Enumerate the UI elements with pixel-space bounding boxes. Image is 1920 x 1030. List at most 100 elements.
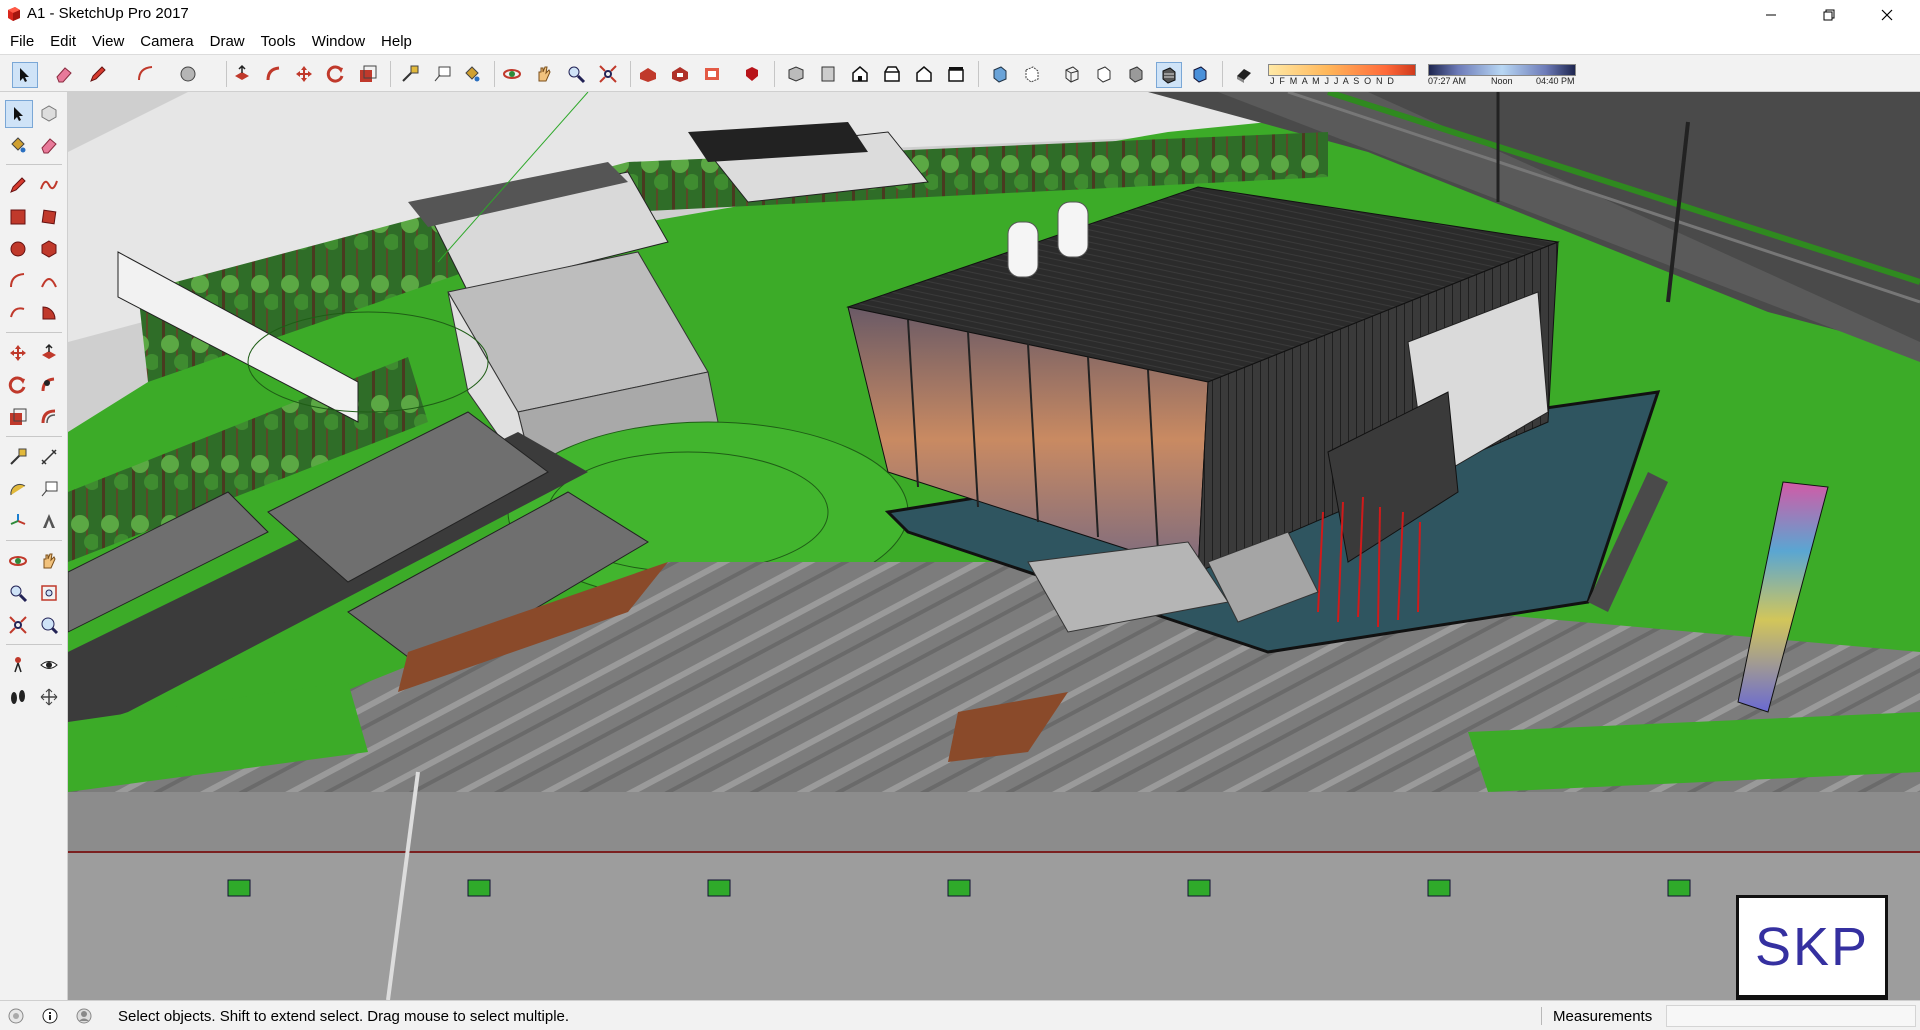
palette-paint-bucket-button[interactable]: [5, 132, 31, 158]
menu-window[interactable]: Window: [308, 33, 371, 50]
palette-rectangle-button[interactable]: [5, 204, 31, 230]
palette-push-pull-button[interactable]: [36, 340, 62, 366]
palette-text-button[interactable]: [36, 476, 62, 502]
palette-follow-me-button[interactable]: [36, 372, 62, 398]
tool-palette: [0, 92, 68, 1000]
front-view-button[interactable]: [848, 62, 872, 86]
shadows-icon: [1237, 69, 1251, 83]
push-pull-tool-button[interactable]: [230, 62, 254, 86]
select-tool-button[interactable]: [12, 62, 38, 88]
palette-rotate-button[interactable]: [5, 372, 31, 398]
palette-polygon-button[interactable]: [36, 236, 62, 262]
shaded-button[interactable]: [1124, 62, 1148, 86]
circle-tool-button[interactable]: [176, 62, 200, 86]
geo-location-icon[interactable]: [8, 1008, 24, 1024]
status-message: Select objects. Shift to extend select. …: [118, 1008, 570, 1025]
palette-orbit-button[interactable]: [5, 548, 31, 574]
palette-zoom-button[interactable]: [5, 580, 31, 606]
palette-arc-button[interactable]: [5, 268, 31, 294]
palette-pan-button[interactable]: [36, 548, 62, 574]
left-view-button[interactable]: [944, 62, 968, 86]
tape-measure-tool-button[interactable]: [398, 62, 422, 86]
palette-rotated-rectangle-button[interactable]: [36, 204, 62, 230]
back-view-button[interactable]: [912, 62, 936, 86]
menu-edit[interactable]: Edit: [46, 33, 82, 50]
xray-icon: [993, 66, 1007, 83]
eraser-tool-button[interactable]: [52, 62, 76, 86]
shadow-month-slider[interactable]: [1268, 64, 1416, 76]
pencil-tool-button[interactable]: [86, 62, 110, 86]
wireframe-button[interactable]: [1060, 62, 1084, 86]
extension-warehouse-button[interactable]: [668, 62, 692, 86]
rotate-tool-button[interactable]: [324, 62, 348, 86]
hidden-line-button[interactable]: [1092, 62, 1116, 86]
paint-bucket-tool-button[interactable]: [460, 62, 484, 86]
restore-button[interactable]: [1800, 0, 1858, 29]
palette-protractor-button[interactable]: [5, 476, 31, 502]
palette-tape-measure-button[interactable]: [5, 444, 31, 470]
palette-zoom-window-button[interactable]: [36, 580, 62, 606]
model-viewport[interactable]: [68, 92, 1920, 1000]
palette-previous-view-button[interactable]: [36, 612, 62, 638]
palette-zoom-extents-button[interactable]: [5, 612, 31, 638]
menu-view[interactable]: View: [88, 33, 130, 50]
palette-three-point-arc-button[interactable]: [5, 300, 31, 326]
menu-camera[interactable]: Camera: [136, 33, 199, 50]
orbit-tool-button[interactable]: [500, 62, 524, 86]
palette-scale-button[interactable]: [5, 404, 31, 430]
warehouse-button[interactable]: [636, 62, 660, 86]
palette-component-button[interactable]: [36, 100, 62, 126]
close-button[interactable]: [1858, 0, 1916, 29]
arc-tool-button[interactable]: [134, 62, 158, 86]
palette-select-button[interactable]: [5, 100, 33, 128]
user-icon[interactable]: [76, 1008, 92, 1024]
palette-move-button[interactable]: [5, 340, 31, 366]
menu-help[interactable]: Help: [377, 33, 418, 50]
zoom-extents-tool-button[interactable]: [596, 62, 620, 86]
warehouse-icon: [640, 68, 656, 82]
scale-tool-button[interactable]: [356, 62, 380, 86]
top-view-button[interactable]: [816, 62, 840, 86]
palette-eraser-button[interactable]: [36, 132, 62, 158]
palette-3d-text-button[interactable]: [36, 508, 62, 534]
menu-tools[interactable]: Tools: [257, 33, 302, 50]
menu-draw[interactable]: Draw: [206, 33, 251, 50]
palette-offset-button[interactable]: [36, 404, 62, 430]
layout-button[interactable]: [700, 62, 724, 86]
circle-icon: [10, 241, 26, 257]
pan-tool-button[interactable]: [532, 62, 556, 86]
shadow-time-slider[interactable]: [1428, 64, 1576, 76]
right-view-button[interactable]: [880, 62, 904, 86]
text-tool-button[interactable]: [430, 62, 454, 86]
palette-pie-button[interactable]: [36, 300, 62, 326]
zoom-tool-button[interactable]: [564, 62, 588, 86]
palette-position-camera-button[interactable]: [5, 652, 31, 678]
palette-dimension-button[interactable]: [36, 444, 62, 470]
palette-freehand-button[interactable]: [36, 172, 62, 198]
follow-me-tool-button[interactable]: [262, 62, 286, 86]
palette-walk-button[interactable]: [5, 684, 31, 710]
main-toolbar: J F M A M J J A S O N D 07:27 AM Noon 04…: [0, 54, 1920, 92]
move-tool-button[interactable]: [292, 62, 316, 86]
palette-two-point-arc-button[interactable]: [36, 268, 62, 294]
xray-button[interactable]: [988, 62, 1012, 86]
minimize-button[interactable]: [1742, 0, 1800, 29]
measurements-input[interactable]: [1666, 1005, 1916, 1027]
ruby-console-button[interactable]: [740, 62, 764, 86]
palette-line-button[interactable]: [5, 172, 31, 198]
offset-icon: [41, 409, 56, 424]
info-icon[interactable]: [42, 1008, 58, 1024]
shaded-textures-button[interactable]: [1156, 62, 1182, 88]
monochrome-button[interactable]: [1188, 62, 1212, 86]
palette-section-plane-button[interactable]: [36, 684, 62, 710]
follow-me-icon: [41, 377, 55, 392]
iso-view-button[interactable]: [784, 62, 808, 86]
shadows-toggle-button[interactable]: [1232, 62, 1256, 86]
palette-look-around-button[interactable]: [36, 652, 62, 678]
palette-axes-button[interactable]: [5, 508, 31, 534]
polygon-icon: [41, 240, 57, 258]
monochrome-icon: [1193, 66, 1207, 83]
back-edges-button[interactable]: [1020, 62, 1044, 86]
palette-circle-button[interactable]: [5, 236, 31, 262]
menu-file[interactable]: File: [6, 33, 40, 50]
